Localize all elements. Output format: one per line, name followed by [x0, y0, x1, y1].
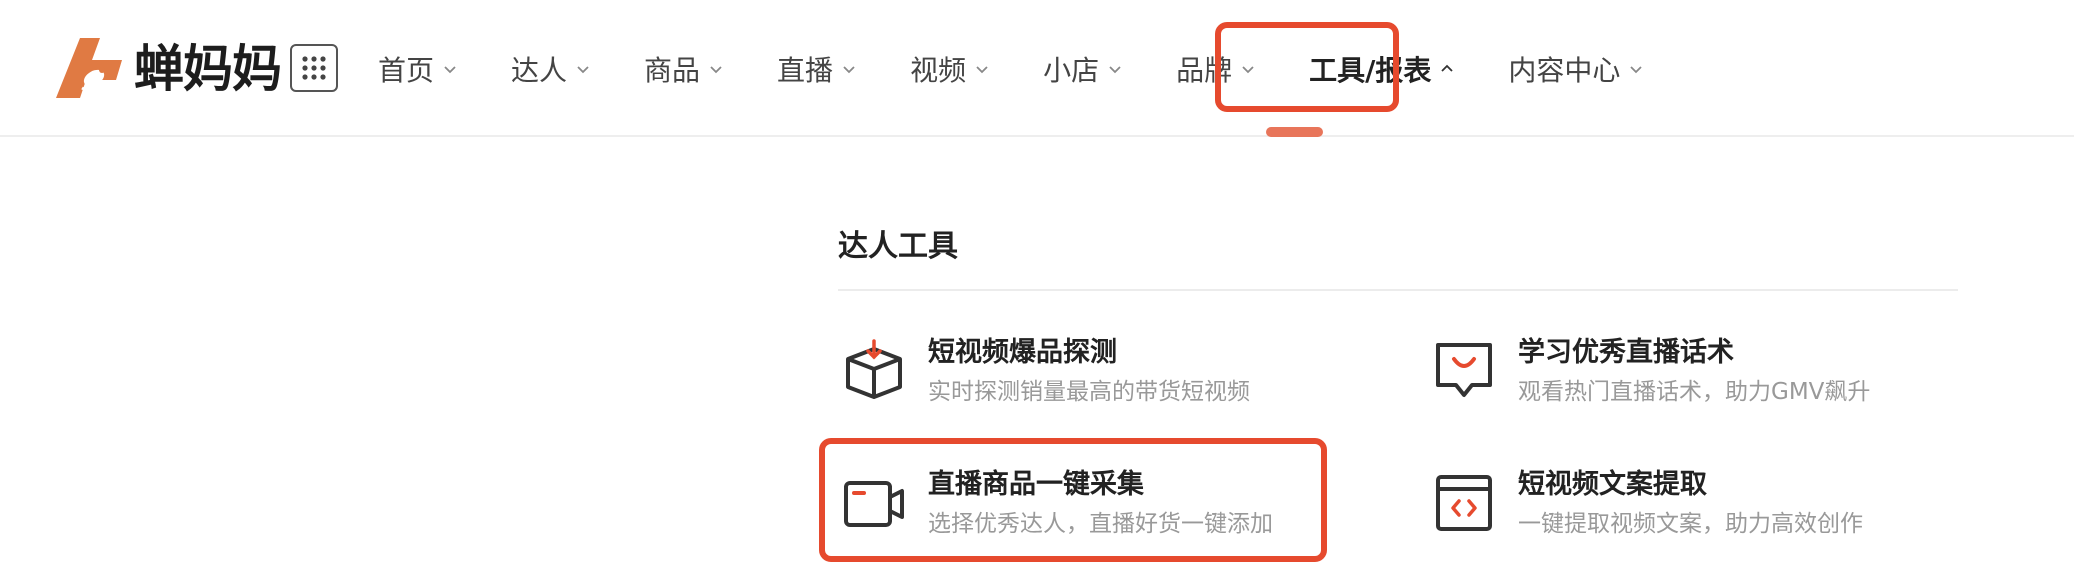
chevron-down-icon	[444, 65, 456, 73]
nav-item-content-center[interactable]: 内容中心	[1508, 45, 1644, 93]
chat-bubble-smile-icon	[1436, 343, 1492, 397]
tool-item-live-script-learning[interactable]: 学习优秀直播话术 观看热门直播话术，助力GMV飙升	[1432, 335, 1870, 407]
nav-item-videos[interactable]: 视频	[910, 45, 990, 93]
tool-item-video-hot-product-detect[interactable]: 短视频爆品探测 实时探测销量最高的带货短视频	[842, 335, 1250, 407]
section-title: 达人工具	[838, 229, 958, 264]
active-nav-indicator	[1266, 127, 1323, 137]
chevron-down-icon	[1109, 65, 1121, 73]
tool-subtitle: 一键提取视频文案，助力高效创作	[1518, 511, 1863, 537]
grid-dots-icon	[302, 56, 326, 80]
active-nav-highlight	[1215, 22, 1399, 112]
section-divider	[838, 289, 1958, 291]
tool-subtitle: 观看热门直播话术，助力GMV飙升	[1518, 379, 1871, 405]
nav-item-products[interactable]: 商品	[644, 45, 724, 93]
nav-item-influencers[interactable]: 达人	[511, 45, 591, 93]
main-nav: 首页 达人 商品 直播 视频 小店 品牌 工具/报表 内容中心	[378, 0, 1697, 137]
brand-logo[interactable]: 蝉妈妈	[52, 30, 282, 108]
brand-name: 蝉妈妈	[134, 40, 282, 98]
apps-grid-button[interactable]	[290, 44, 338, 92]
nav-item-home[interactable]: 首页	[378, 45, 458, 93]
top-navigation-bar: 蝉妈妈 首页 达人 商品 直播 视频 小店 品牌 工具/报表 内容中心	[0, 0, 2074, 137]
tool-title: 学习优秀直播话术	[1518, 337, 1734, 368]
tool-item-video-copy-extract[interactable]: 短视频文案提取 一键提取视频文案，助力高效创作	[1432, 467, 1863, 539]
code-window-icon	[1436, 475, 1492, 531]
chevron-down-icon	[976, 65, 988, 73]
nav-item-shops[interactable]: 小店	[1043, 45, 1123, 93]
nav-item-label: 视频	[910, 53, 967, 87]
chevron-down-icon	[577, 65, 589, 73]
nav-item-label: 小店	[1043, 53, 1100, 87]
nav-item-label: 直播	[777, 53, 834, 87]
box-download-icon	[846, 339, 902, 399]
chevron-down-icon	[843, 65, 855, 73]
tool-title: 短视频文案提取	[1518, 469, 1707, 500]
chevron-up-icon	[1441, 64, 1453, 72]
chevron-down-icon	[710, 65, 722, 73]
nav-item-live[interactable]: 直播	[777, 45, 857, 93]
tool-title: 短视频爆品探测	[928, 337, 1117, 368]
tool-subtitle: 实时探测销量最高的带货短视频	[928, 379, 1250, 405]
nav-item-label: 达人	[511, 53, 568, 87]
nav-item-label: 商品	[644, 53, 701, 87]
cicada-logo-icon	[56, 38, 122, 98]
nav-item-label: 内容中心	[1508, 53, 1621, 87]
chevron-down-icon	[1630, 65, 1642, 73]
selected-tool-highlight	[819, 438, 1327, 562]
nav-item-label: 首页	[378, 53, 435, 87]
